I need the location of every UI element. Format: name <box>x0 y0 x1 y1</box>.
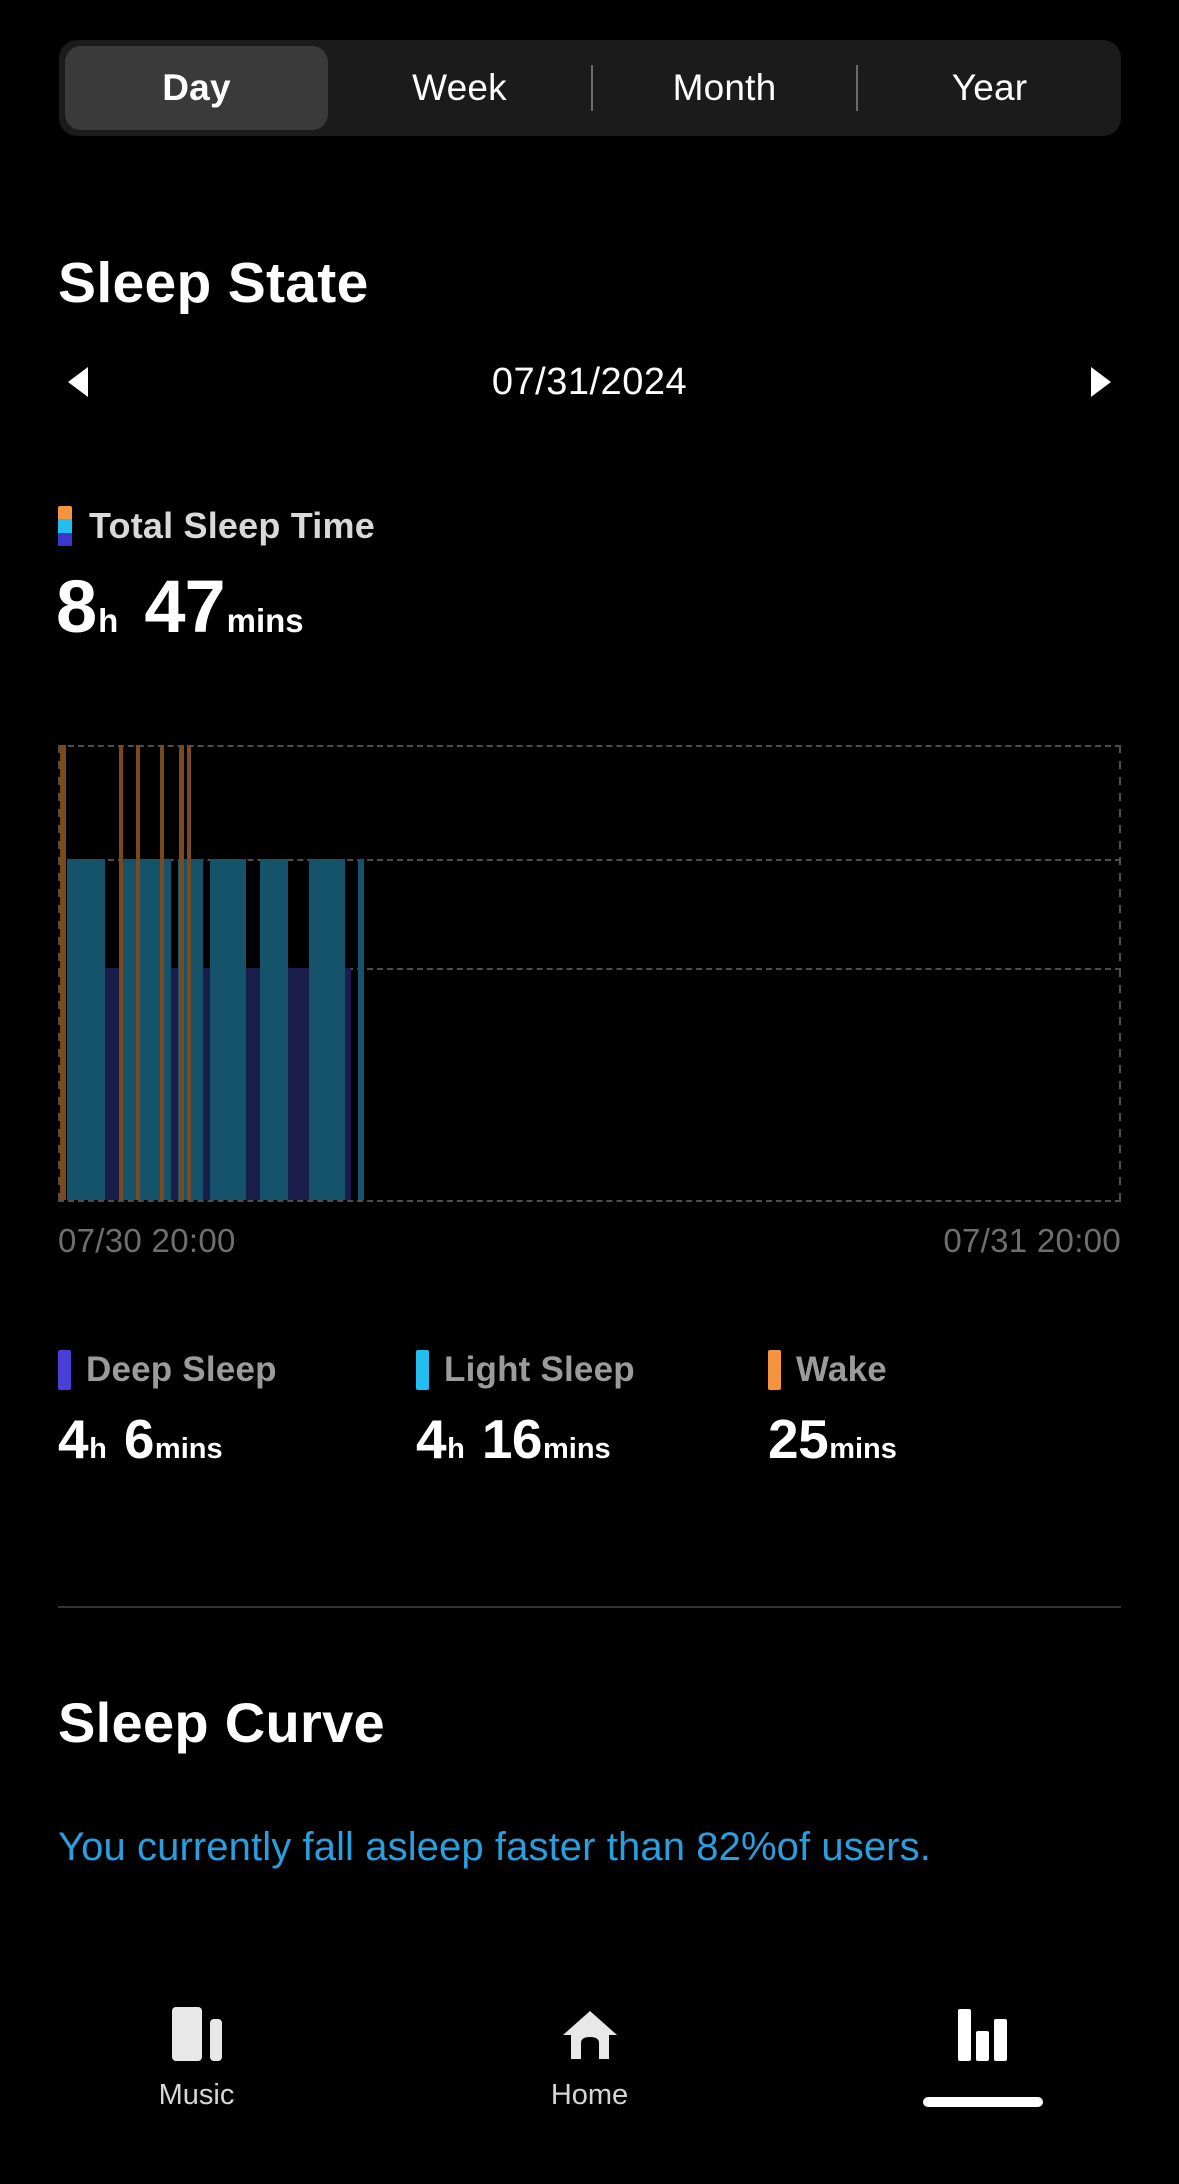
nav-label-home: Home <box>550 2079 629 2111</box>
home-indicator <box>922 2097 1043 2107</box>
nav-item-stats[interactable] <box>786 1969 1179 2184</box>
sleep-stage-legend: Deep Sleep 4 h 6 mins Light Sleep 4 h 16… <box>58 1350 1121 1510</box>
nav-item-music[interactable]: Music <box>0 1969 393 2184</box>
deep-sleep-label: Deep Sleep <box>86 1350 277 1389</box>
chart-bar-light-sleep-7 <box>357 858 365 1200</box>
current-date: 07/31/2024 <box>491 360 688 403</box>
legend-item-light-sleep: Light Sleep 4 h 16 mins <box>416 1350 635 1467</box>
legend-item-deep-sleep: Deep Sleep 4 h 6 mins <box>58 1350 277 1467</box>
chart-axis-start: 07/30 20:00 <box>58 1222 236 1259</box>
deep-sleep-value: 4 h 6 mins <box>58 1412 277 1467</box>
chart-bar-wake-4 <box>179 745 184 1200</box>
total-sleep-minutes-unit: mins <box>226 602 304 639</box>
deep-sleep-hours-unit: h <box>89 1433 107 1465</box>
deep-sleep-minutes: 6 <box>123 1408 155 1470</box>
total-sleep-time-label: Total Sleep Time <box>89 505 375 546</box>
chart-axis-end: 07/31 20:00 <box>943 1222 1121 1259</box>
total-sleep-hours: 8 <box>56 565 97 648</box>
wake-value: 25 mins <box>768 1412 897 1467</box>
light-sleep-label: Light Sleep <box>444 1350 635 1389</box>
home-icon <box>559 2001 621 2063</box>
chart-bar-light-sleep-4 <box>210 858 247 1200</box>
chart-bar-wake-0 <box>60 745 66 1200</box>
total-sleep-minutes: 47 <box>144 565 225 648</box>
wake-minutes: 25 <box>768 1408 829 1470</box>
chart-bar-light-sleep-3 <box>190 858 203 1200</box>
chart-bar-wake-1 <box>118 745 124 1200</box>
deep-sleep-swatch-icon <box>58 1350 71 1390</box>
chart-axis-right <box>1119 745 1121 1200</box>
total-sleep-time-value: 8 h 47 mins <box>56 570 304 644</box>
music-library-icon <box>166 2001 228 2063</box>
total-sleep-time-label-row: Total Sleep Time <box>58 505 375 547</box>
total-sleep-swatch-icon <box>58 505 72 547</box>
deep-sleep-minutes-unit: mins <box>154 1433 223 1465</box>
light-sleep-hours-unit: h <box>447 1433 465 1465</box>
date-navigator: 07/31/2024 <box>58 355 1121 409</box>
chart-bar-light-sleep-5 <box>259 858 288 1200</box>
wake-minutes-unit: mins <box>829 1433 897 1465</box>
sleep-curve-title: Sleep Curve <box>58 1691 385 1754</box>
sleep-state-screen: Day Week Month Year Sleep State 07/31/20… <box>0 0 1179 2184</box>
total-sleep-hours-unit: h <box>98 602 119 639</box>
deep-sleep-hours: 4 <box>58 1408 89 1470</box>
wake-label: Wake <box>796 1350 887 1389</box>
page-title: Sleep State <box>58 251 369 315</box>
light-sleep-hours: 4 <box>416 1408 447 1470</box>
chart-plot-area <box>58 745 1121 1202</box>
tab-week[interactable]: Week <box>328 40 591 136</box>
nav-item-home[interactable]: Home <box>393 1969 786 2184</box>
sleep-curve-description: You currently fall asleep faster than 82… <box>58 1825 931 1869</box>
chart-bar-wake-5 <box>186 745 191 1200</box>
legend-item-wake: Wake 25 mins <box>768 1350 897 1467</box>
bar-chart-icon <box>952 2001 1014 2063</box>
sleep-stage-chart[interactable] <box>58 745 1121 1202</box>
chart-gridline-0 <box>58 745 1121 747</box>
chart-gridline-3 <box>58 1200 1121 1202</box>
chart-bar-light-sleep-6 <box>308 858 345 1200</box>
nav-label-music: Music <box>158 2079 235 2111</box>
period-tab-bar: Day Week Month Year <box>59 40 1121 136</box>
wake-swatch-icon <box>768 1350 781 1390</box>
chart-bar-wake-2 <box>135 745 141 1200</box>
light-sleep-swatch-icon <box>416 1350 429 1390</box>
chart-axis-labels: 07/30 20:00 07/31 20:00 <box>58 1222 1121 1260</box>
light-sleep-minutes: 16 <box>481 1408 543 1470</box>
light-sleep-value: 4 h 16 mins <box>416 1412 635 1467</box>
chart-bar-wake-3 <box>160 745 165 1200</box>
chart-bar-light-sleep-0 <box>66 858 105 1200</box>
bottom-navigation: Music Home <box>0 1969 1179 2184</box>
light-sleep-minutes-unit: mins <box>543 1433 611 1465</box>
section-divider <box>58 1606 1121 1608</box>
tab-day[interactable]: Day <box>65 46 328 130</box>
tab-year[interactable]: Year <box>858 40 1121 136</box>
tab-month[interactable]: Month <box>593 40 856 136</box>
